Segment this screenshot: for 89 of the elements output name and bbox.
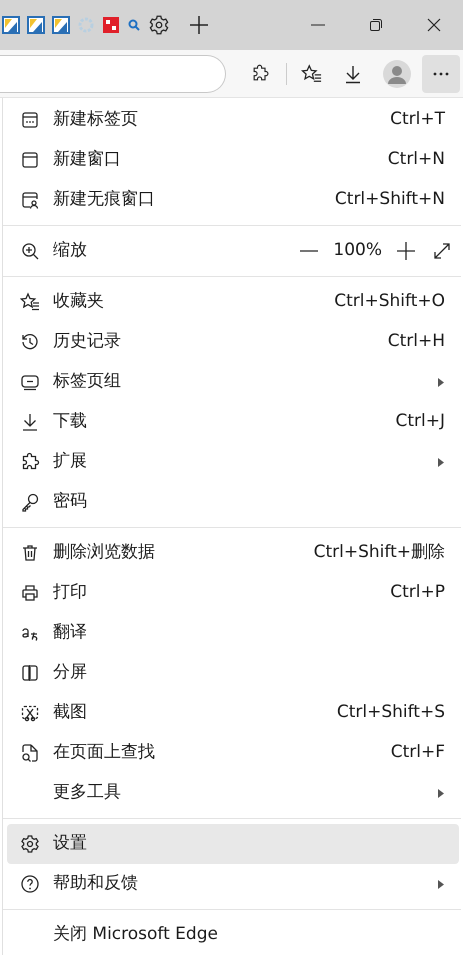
shortcut-text: Ctrl+N [388, 148, 445, 172]
find-in-page-icon [20, 743, 40, 763]
menu-label: 缩放 [53, 239, 87, 262]
caret-icon [437, 788, 445, 798]
zoom-in-icon [20, 241, 40, 261]
private-window-icon [20, 190, 40, 210]
menu-item[interactable]: 密码 [7, 482, 459, 522]
shortcut-text: Ctrl+F [390, 741, 445, 764]
menu-item[interactable]: 翻译 [7, 613, 459, 653]
menu-item[interactable]: 扩展 [7, 442, 459, 482]
menu-label: 删除浏览数据 [53, 541, 155, 564]
menu-label: 新建标签页 [53, 108, 138, 132]
minimize-icon [311, 24, 325, 26]
shortcut-text: Ctrl+H [388, 330, 445, 354]
restore-icon [369, 18, 383, 32]
menu-label: 下载 [53, 410, 87, 434]
expand-icon [433, 242, 451, 260]
menu-item[interactable]: 帮助和反馈 [7, 864, 459, 904]
menu-item[interactable]: 删除浏览数据 Ctrl+Shift+删除 [7, 533, 459, 573]
menu-label: 打印 [53, 581, 87, 604]
tab-favicon[interactable] [52, 16, 70, 34]
avatar-icon[interactable] [383, 60, 411, 88]
download-icon [20, 412, 40, 432]
menu-item[interactable]: 收藏夹 Ctrl+Shift+O [7, 282, 459, 322]
split-screen-icon [20, 663, 40, 683]
shortcut-text: Ctrl+Shift+N [334, 188, 445, 212]
menu-label: 收藏夹 [53, 290, 104, 314]
menu-item[interactable]: 下载 Ctrl+J [7, 402, 459, 442]
shortcut-text: Ctrl+Shift+删除 [314, 541, 445, 564]
close-icon [427, 18, 441, 32]
menu-label: 扩展 [53, 450, 87, 474]
address-field[interactable] [0, 54, 226, 92]
plus-icon[interactable] [189, 15, 209, 35]
trash-icon [20, 543, 40, 563]
help-icon [20, 874, 40, 894]
key-icon [20, 492, 40, 512]
menu-label: 在页面上查找 [53, 741, 155, 764]
menu-item[interactable]: 更多工具 [7, 773, 459, 813]
menu-label: 截图 [53, 701, 87, 724]
shortcut-text: Ctrl+P [390, 581, 445, 604]
history-icon [20, 332, 40, 352]
menu-label: 历史记录 [53, 330, 121, 354]
menu-label: 帮助和反馈 [53, 872, 138, 896]
window-icon [20, 150, 40, 170]
settings-icon[interactable] [148, 14, 170, 36]
shortcut-text: Ctrl+T [390, 108, 445, 132]
plus-icon [397, 242, 415, 260]
tab-favicon[interactable] [27, 16, 45, 34]
menu-label: 关闭 Microsoft Edge [53, 923, 218, 946]
printer-icon [20, 583, 40, 603]
settings-icon [20, 834, 40, 854]
menu-item[interactable]: 历史记录 Ctrl+H [7, 322, 459, 362]
menu-label: 翻译 [53, 621, 87, 644]
menu-label: 新建窗口 [53, 148, 121, 172]
menu-label: 分屏 [53, 661, 87, 684]
menu-item[interactable]: 新建标签页 Ctrl+T [7, 100, 459, 140]
download-icon[interactable] [343, 64, 363, 84]
puzzle-icon [20, 452, 40, 472]
shortcut-text: Ctrl+Shift+O [334, 290, 445, 314]
more-icon [433, 72, 449, 76]
screenshot-icon [20, 703, 40, 723]
favorites-icon [20, 292, 40, 312]
shortcut-text: Ctrl+J [395, 410, 445, 434]
caret-icon [437, 376, 445, 388]
zoom-level: 100% [333, 239, 382, 262]
minus-icon [300, 250, 318, 252]
menu-item[interactable]: 新建窗口 Ctrl+N [7, 140, 459, 180]
menu-item[interactable]: 标签页组 [7, 362, 459, 402]
menu-item[interactable]: 新建无痕窗口 Ctrl+Shift+N [7, 180, 459, 220]
menu-label: 设置 [53, 832, 87, 856]
new-tab-icon [20, 110, 40, 130]
menu-item[interactable]: 设置 [7, 824, 459, 864]
menu-item[interactable]: 在页面上查找 Ctrl+F [7, 733, 459, 773]
favorites-icon[interactable] [301, 64, 323, 84]
menu-label: 标签页组 [53, 370, 121, 394]
menu-label: 更多工具 [53, 781, 121, 804]
menu-label: 新建无痕窗口 [53, 188, 155, 212]
search-icon[interactable] [127, 18, 141, 32]
menu-item[interactable]: 缩放 100% [7, 231, 459, 271]
menu-item[interactable]: 关闭 Microsoft Edge [7, 915, 459, 955]
menu-item[interactable]: 打印 Ctrl+P [7, 573, 459, 613]
menu-item[interactable]: 分屏 [7, 653, 459, 693]
caret-icon [437, 456, 445, 468]
tab-favicon[interactable] [102, 16, 120, 34]
menu-label: 密码 [53, 490, 87, 514]
shortcut-text: Ctrl+Shift+S [336, 701, 445, 724]
menu-item[interactable]: 截图 Ctrl+Shift+S [7, 693, 459, 733]
caret-icon [437, 878, 445, 890]
tab-favicon[interactable] [2, 16, 20, 34]
